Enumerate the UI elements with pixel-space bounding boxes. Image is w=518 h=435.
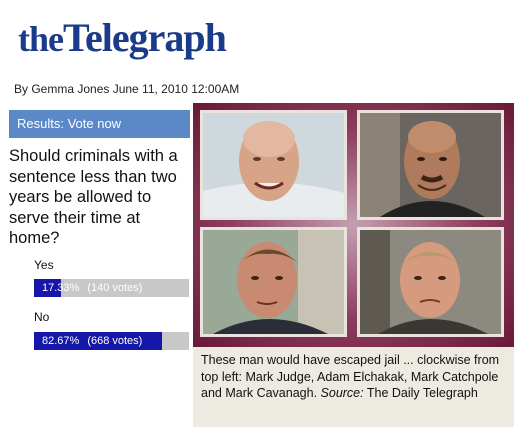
photo-mark-cavanagh (357, 227, 504, 337)
logo-name: Telegraph (63, 15, 227, 60)
poll-results-link[interactable]: Results: Vote now (9, 110, 190, 138)
poll-option-no-label: No (34, 310, 50, 324)
poll-bar-no: 82.67% (668 votes) (34, 332, 189, 350)
photo-adam-elchakak (357, 110, 504, 220)
article-byline: By Gemma Jones June 11, 2010 12:00AM (14, 82, 240, 96)
poll-option-yes-label: Yes (34, 258, 54, 272)
poll-yes-percent: 17.33% (42, 282, 80, 294)
photo-mark-catchpole (200, 227, 347, 337)
mugshot-collage (193, 103, 514, 347)
telegraph-logo: theTelegraph (18, 14, 227, 62)
caption-source: The Daily Telegraph (366, 386, 478, 400)
photo-mark-judge (200, 110, 347, 220)
caption-source-label: Source: (320, 386, 364, 400)
poll-no-votes: (668 votes) (87, 335, 143, 347)
poll-yes-votes: (140 votes) (87, 282, 143, 294)
poll-question: Should criminals with a sentence less th… (9, 147, 178, 247)
poll-no-percent: 82.67% (42, 335, 80, 347)
photo-caption: These man would have escaped jail ... cl… (193, 347, 514, 427)
poll-bar-yes: 17.33% (140 votes) (34, 279, 189, 297)
logo-prefix: the (18, 19, 64, 59)
